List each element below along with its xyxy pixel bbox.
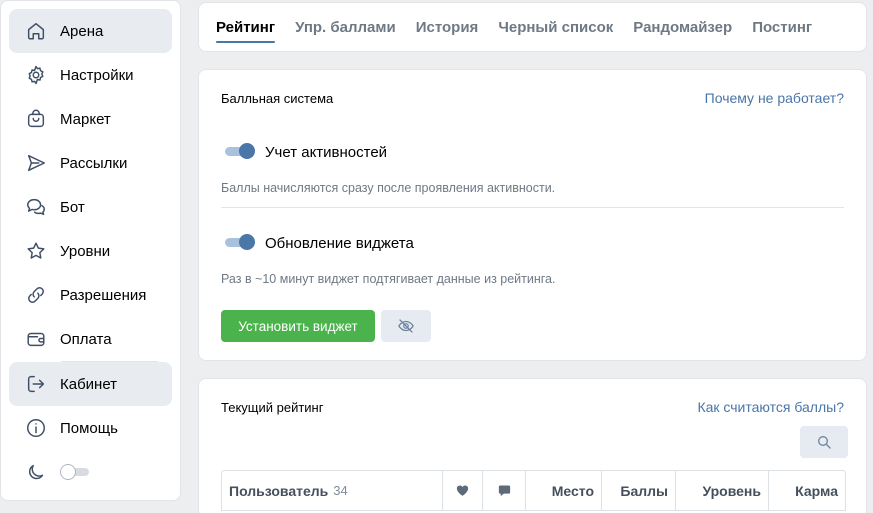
activity-tracking-toggle[interactable]	[225, 142, 255, 160]
activity-tracking-hint: Баллы начисляются сразу после проявления…	[221, 181, 556, 195]
column-place[interactable]: Место	[526, 471, 602, 510]
tab-rating[interactable]: Рейтинг	[209, 2, 282, 52]
card-title: Текущий рейтинг	[221, 400, 324, 415]
column-likes[interactable]	[443, 471, 483, 510]
install-widget-button[interactable]: Установить виджет	[221, 310, 375, 342]
sidebar-item-mailings[interactable]: Рассылки	[9, 141, 172, 185]
sidebar: Арена Настройки Маркет Рассылки Бот Уров…	[0, 0, 181, 501]
tab-randomizer[interactable]: Рандомайзер	[626, 2, 739, 52]
home-icon	[25, 20, 47, 42]
heart-icon	[456, 485, 469, 496]
star-icon	[25, 240, 47, 262]
column-points[interactable]: Баллы	[602, 471, 676, 510]
sidebar-item-label: Арена	[60, 22, 104, 40]
sidebar-item-help[interactable]: Помощь	[9, 406, 172, 450]
rating-table-header: Пользователь 34 Место Баллы Уровень Карм…	[221, 470, 846, 511]
comment-icon	[498, 485, 510, 497]
points-system-card: Балльная система Почему не работает? Уче…	[198, 69, 867, 361]
sidebar-item-permissions[interactable]: Разрешения	[9, 273, 172, 317]
sidebar-item-settings[interactable]: Настройки	[9, 53, 172, 97]
column-user[interactable]: Пользователь 34	[222, 471, 443, 510]
why-not-working-link[interactable]: Почему не работает?	[705, 90, 844, 106]
hide-widget-button[interactable]	[381, 310, 431, 342]
moon-icon	[25, 461, 47, 483]
column-user-label: Пользователь	[229, 482, 329, 499]
toggle-knob	[60, 464, 76, 480]
widget-update-toggle[interactable]	[225, 233, 255, 251]
column-comments[interactable]	[483, 471, 526, 510]
card-title: Балльная система	[221, 91, 334, 106]
wallet-icon	[25, 328, 47, 350]
sidebar-item-levels[interactable]: Уровни	[9, 229, 172, 273]
user-count: 34	[333, 483, 348, 498]
toggle-knob	[239, 234, 255, 250]
eye-off-icon	[398, 319, 414, 333]
sidebar-item-label: Помощь	[60, 419, 118, 437]
tab-posting[interactable]: Постинг	[745, 2, 819, 52]
column-karma[interactable]: Карма	[769, 471, 845, 510]
sidebar-item-label: Маркет	[60, 110, 111, 128]
widget-update-hint: Раз в ~10 минут виджет подтягивает данны…	[221, 272, 556, 286]
current-rating-card: Текущий рейтинг Как считаются баллы? Пол…	[198, 378, 867, 513]
tab-bar: Рейтинг Упр. баллами История Черный спис…	[198, 2, 867, 52]
sidebar-item-bot[interactable]: Бот	[9, 185, 172, 229]
search-icon	[818, 436, 831, 449]
tab-points-management[interactable]: Упр. баллами	[288, 2, 403, 52]
sidebar-item-cabinet[interactable]: Кабинет	[9, 362, 172, 406]
how-points-calculated-link[interactable]: Как считаются баллы?	[697, 399, 844, 415]
widget-update-label: Обновление виджета	[265, 235, 414, 252]
activity-tracking-label: Учет активностей	[265, 144, 388, 161]
sidebar-item-label: Рассылки	[60, 154, 128, 172]
sidebar-item-arena[interactable]: Арена	[9, 9, 172, 53]
sidebar-item-label: Разрешения	[60, 286, 147, 304]
shopping-bag-icon	[25, 108, 47, 130]
dark-theme-toggle[interactable]	[60, 464, 90, 480]
link-icon	[25, 284, 47, 306]
sidebar-item-label: Кабинет	[60, 375, 118, 393]
sidebar-item-label: Бот	[60, 198, 85, 216]
tab-history[interactable]: История	[409, 2, 486, 52]
logout-icon	[25, 373, 47, 395]
column-level[interactable]: Уровень	[676, 471, 769, 510]
tab-blacklist[interactable]: Черный список	[491, 2, 620, 52]
search-button[interactable]	[800, 426, 848, 458]
info-icon	[25, 417, 47, 439]
send-icon	[25, 152, 47, 174]
sidebar-item-payment[interactable]: Оплата	[9, 317, 172, 361]
toggle-knob	[239, 143, 255, 159]
sidebar-item-label: Уровни	[60, 242, 111, 260]
gear-icon	[25, 64, 47, 86]
section-divider	[221, 207, 844, 208]
sidebar-item-market[interactable]: Маркет	[9, 97, 172, 141]
chat-bubbles-icon	[25, 196, 47, 218]
theme-switch-row	[9, 450, 172, 494]
sidebar-item-label: Оплата	[60, 330, 112, 348]
sidebar-item-label: Настройки	[60, 66, 134, 84]
